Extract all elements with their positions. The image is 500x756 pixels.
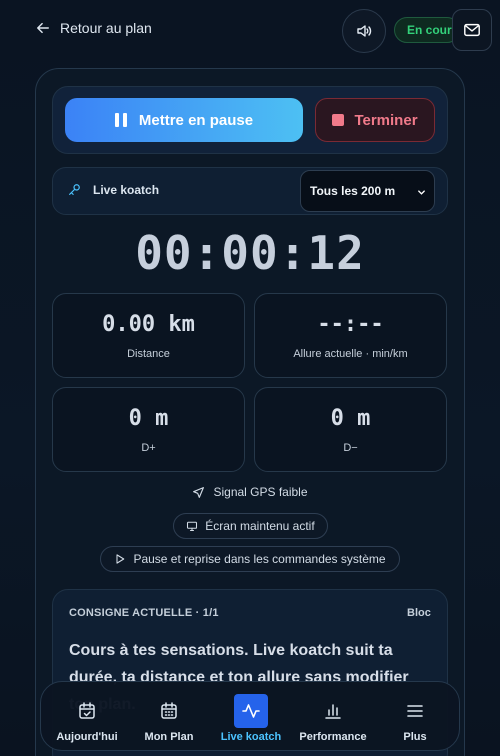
stat-label: Allure actuelle · min/km xyxy=(293,348,408,360)
chevron-down-icon xyxy=(418,190,425,195)
messages-button[interactable] xyxy=(452,9,492,51)
nav-label: Mon Plan xyxy=(144,731,194,743)
pause-icon xyxy=(114,113,127,127)
nav-label: Live koatch xyxy=(220,731,282,743)
arrow-left-icon xyxy=(37,22,49,34)
back-label: Retour au plan xyxy=(60,20,152,36)
nav-label: Performance xyxy=(299,731,367,743)
nav-label: Aujourd'hui xyxy=(56,731,118,743)
calendar-grid-icon xyxy=(152,694,186,728)
instruction-type: Bloc xyxy=(407,607,431,619)
gps-status: Signal GPS faible xyxy=(0,485,500,499)
interval-select[interactable]: Tous les 200 m xyxy=(300,170,435,212)
pause-label: Mettre en pause xyxy=(138,111,254,129)
stop-icon xyxy=(332,114,345,126)
stat-value: 0 m xyxy=(330,406,371,431)
navigation-arrow-icon xyxy=(193,486,205,498)
mail-icon xyxy=(464,23,480,37)
nav-item-today[interactable]: Aujourd'hui xyxy=(45,682,129,752)
bar-chart-icon xyxy=(316,694,350,728)
back-link[interactable]: Retour au plan xyxy=(36,20,152,36)
key-icon xyxy=(69,184,80,195)
stat-value: 0.00 km xyxy=(102,312,195,337)
nav-item-more[interactable]: Plus xyxy=(373,682,457,752)
system-controls-pill: Pause et reprise dans les commandes syst… xyxy=(100,546,400,572)
finish-button[interactable]: Terminer xyxy=(315,98,435,142)
interval-value: Tous les 200 m xyxy=(310,184,396,198)
gps-text: Signal GPS faible xyxy=(213,485,308,499)
stat-distance: 0.00 km Distance xyxy=(52,293,245,378)
play-icon xyxy=(116,554,125,564)
monitor-icon xyxy=(187,521,198,532)
sound-button[interactable] xyxy=(342,9,386,53)
status-badge: En cours xyxy=(394,17,460,43)
instruction-heading: CONSIGNE ACTUELLE · 1/1 xyxy=(69,607,219,619)
live-coach-label: Live koatch xyxy=(67,183,159,197)
calendar-check-icon xyxy=(70,694,104,728)
stat-value: --:-- xyxy=(317,312,384,337)
stat-value: 0 m xyxy=(128,406,169,431)
stat-pace: --:-- Allure actuelle · min/km xyxy=(254,293,447,378)
stat-label: Distance xyxy=(127,348,170,360)
top-bar: Retour au plan En cours xyxy=(0,0,500,62)
nav-label: Plus xyxy=(403,731,427,743)
stat-elevation-loss: 0 m D− xyxy=(254,387,447,472)
nav-item-performance[interactable]: Performance xyxy=(291,682,375,752)
stat-label: D− xyxy=(343,442,358,454)
stat-label: D+ xyxy=(141,442,156,454)
pause-button[interactable]: Mettre en pause xyxy=(65,98,303,142)
activity-icon xyxy=(234,694,268,728)
stat-elevation-gain: 0 m D+ xyxy=(52,387,245,472)
elapsed-timer: 00:00:12 xyxy=(135,226,365,280)
screen-awake-pill: Écran maintenu actif xyxy=(173,513,328,539)
finish-label: Terminer xyxy=(354,111,418,129)
nav-item-plan[interactable]: Mon Plan xyxy=(127,682,211,752)
speaker-icon xyxy=(357,25,372,37)
system-controls-text: Pause et reprise dans les commandes syst… xyxy=(133,552,386,566)
bottom-nav: Aujourd'hui Mon Plan Live koatch Perform… xyxy=(40,681,460,751)
menu-icon xyxy=(398,694,432,728)
live-coach-text: Live koatch xyxy=(93,183,160,197)
nav-item-live-koatch[interactable]: Live koatch xyxy=(209,682,293,752)
screen-awake-text: Écran maintenu actif xyxy=(205,519,315,533)
